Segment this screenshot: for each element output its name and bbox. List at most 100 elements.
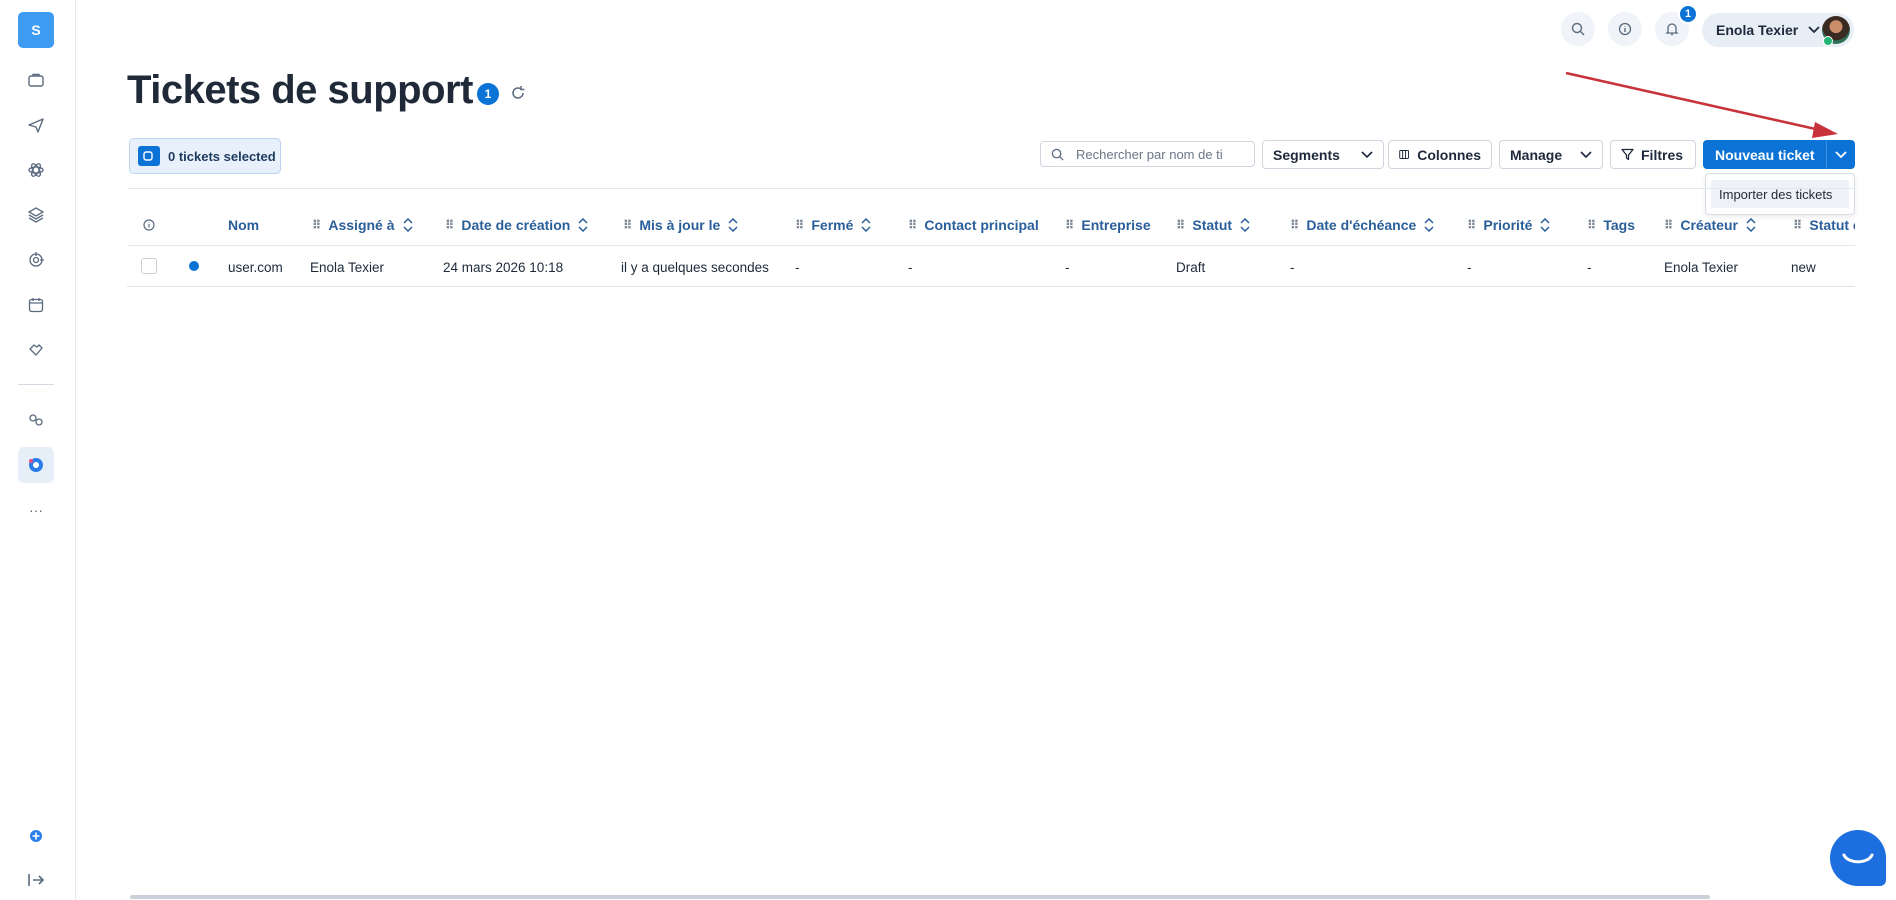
tickets-table: Nom ⠿ Assigné à ⠿ Date de création ⠿ Mis à …	[127, 205, 1855, 287]
sort-icon[interactable]	[1746, 218, 1756, 232]
logout-icon[interactable]	[18, 862, 54, 898]
cell-mis-a-jour: il y a quelques secondes	[621, 259, 769, 275]
partners-icon[interactable]	[18, 402, 54, 438]
segments-dropdown[interactable]: Segments	[1262, 140, 1384, 169]
calendar-icon[interactable]	[18, 287, 54, 323]
filters-label: Filtres	[1641, 146, 1684, 163]
sort-icon[interactable]	[861, 218, 871, 232]
cell-statut: Draft	[1176, 259, 1206, 275]
filters-button[interactable]: Filtres	[1610, 140, 1696, 169]
drag-handle-icon[interactable]: ⠿	[445, 218, 454, 232]
drag-handle-icon[interactable]: ⠿	[312, 218, 321, 232]
toolbar-divider	[127, 188, 1855, 189]
drag-handle-icon[interactable]: ⠿	[1065, 218, 1074, 232]
selection-label: 0 tickets selected	[168, 148, 276, 164]
import-tickets-item[interactable]: Importer des tickets	[1711, 180, 1849, 208]
columns-icon	[1399, 150, 1409, 159]
sort-icon[interactable]	[1424, 218, 1434, 232]
cell-priorite: -	[1467, 259, 1472, 275]
column-header-date-echeance[interactable]: ⠿ Date d'échéance	[1290, 205, 1434, 245]
new-ticket-menu-toggle[interactable]	[1826, 140, 1855, 169]
column-header-ferme[interactable]: ⠿ Fermé	[795, 205, 871, 245]
cell-statut-c: new	[1791, 259, 1816, 275]
column-header-date-creation[interactable]: ⠿ Date de création	[445, 205, 588, 245]
column-header-createur[interactable]: ⠿ Créateur	[1664, 205, 1756, 245]
layers-icon[interactable]	[18, 197, 54, 233]
row-checkbox[interactable]	[141, 258, 157, 274]
column-header-priorite[interactable]: ⠿ Priorité	[1467, 205, 1550, 245]
support-icon[interactable]	[18, 447, 54, 483]
selection-indicator[interactable]: 0 tickets selected	[129, 138, 281, 174]
drag-handle-icon[interactable]: ⠿	[1793, 218, 1802, 232]
chevron-down-icon	[1361, 150, 1373, 158]
column-header-nom[interactable]: Nom	[228, 205, 259, 245]
refresh-icon[interactable]	[509, 84, 527, 102]
manage-label: Manage	[1510, 146, 1563, 163]
cell-contact: -	[908, 259, 913, 275]
paper-plane-icon[interactable]	[18, 107, 54, 143]
page-title: Tickets de support	[127, 68, 473, 112]
chevron-down-icon	[1835, 150, 1847, 158]
info-icon[interactable]	[1608, 12, 1642, 46]
search-input[interactable]	[1074, 145, 1248, 163]
cell-assigne: Enola Texier	[310, 259, 385, 275]
cell-echeance: -	[1290, 259, 1295, 275]
table-header-border	[127, 245, 1855, 246]
manage-dropdown[interactable]: Manage	[1499, 140, 1603, 169]
ticket-count-badge: 1	[477, 83, 499, 105]
more-icon[interactable]: ···	[18, 492, 54, 528]
handshake-icon[interactable]	[18, 332, 54, 368]
drag-handle-icon[interactable]: ⠿	[795, 218, 804, 232]
new-ticket-label: Nouveau ticket	[1715, 146, 1815, 163]
column-header-statut[interactable]: ⠿ Statut	[1176, 205, 1250, 245]
chevron-down-icon	[1580, 150, 1592, 158]
column-header-mis-a-jour[interactable]: ⠿ Mis à jour le	[623, 205, 738, 245]
chat-smile-icon	[1842, 853, 1874, 864]
tag-icon	[138, 146, 160, 166]
atom-icon[interactable]	[18, 152, 54, 188]
search-icon[interactable]	[1561, 12, 1595, 46]
horizontal-scrollbar[interactable]	[130, 895, 1710, 899]
new-ticket-button[interactable]: Nouveau ticket	[1703, 140, 1855, 169]
briefcase-icon[interactable]	[18, 62, 54, 98]
cell-tags: -	[1587, 259, 1592, 275]
column-header-statut-c[interactable]: ⠿Statut c	[1793, 205, 1855, 245]
sort-icon[interactable]	[578, 218, 588, 232]
info-icon	[143, 219, 155, 231]
column-header-contact-principal[interactable]: ⠿ Contact principal	[908, 205, 1039, 245]
target-icon[interactable]	[18, 242, 54, 278]
column-header-tags[interactable]: ⠿ Tags	[1587, 205, 1635, 245]
table-row-border	[127, 286, 1855, 287]
column-header-assigne[interactable]: ⠿ Assigné à	[312, 205, 413, 245]
sidebar: S ···	[0, 0, 76, 900]
app-logo[interactable]: S	[18, 12, 54, 48]
sort-icon[interactable]	[1240, 218, 1250, 232]
sidebar-divider	[18, 384, 54, 385]
drag-handle-icon[interactable]: ⠿	[623, 218, 632, 232]
notification-badge: 1	[1678, 4, 1698, 24]
drag-handle-icon[interactable]: ⠿	[1664, 218, 1673, 232]
chevron-down-icon	[1808, 26, 1820, 34]
cell-createur: Enola Texier	[1664, 259, 1739, 275]
drag-handle-icon[interactable]: ⠿	[908, 218, 917, 232]
columns-button[interactable]: Colonnes	[1388, 140, 1492, 169]
cell-nom[interactable]: user.com	[228, 247, 283, 287]
columns-label: Colonnes	[1417, 146, 1481, 163]
column-header-entreprise[interactable]: ⠿ Entreprise	[1065, 205, 1151, 245]
drag-handle-icon[interactable]: ⠿	[1467, 218, 1476, 232]
annotation-arrow	[1565, 71, 1838, 138]
segments-label: Segments	[1273, 146, 1340, 163]
online-status-dot	[1823, 36, 1833, 46]
sort-icon[interactable]	[728, 218, 738, 232]
filter-icon	[1621, 148, 1634, 161]
drag-handle-icon[interactable]: ⠿	[1587, 218, 1596, 232]
cell-ferme: -	[795, 259, 800, 275]
drag-handle-icon[interactable]: ⠿	[1176, 218, 1185, 232]
chat-widget-button[interactable]	[1830, 830, 1886, 886]
help-icon[interactable]	[18, 818, 54, 854]
search-box	[1040, 141, 1255, 167]
sort-icon[interactable]	[402, 218, 413, 232]
cell-entreprise: -	[1065, 259, 1070, 275]
sort-icon[interactable]	[1540, 218, 1550, 232]
drag-handle-icon[interactable]: ⠿	[1290, 218, 1299, 232]
